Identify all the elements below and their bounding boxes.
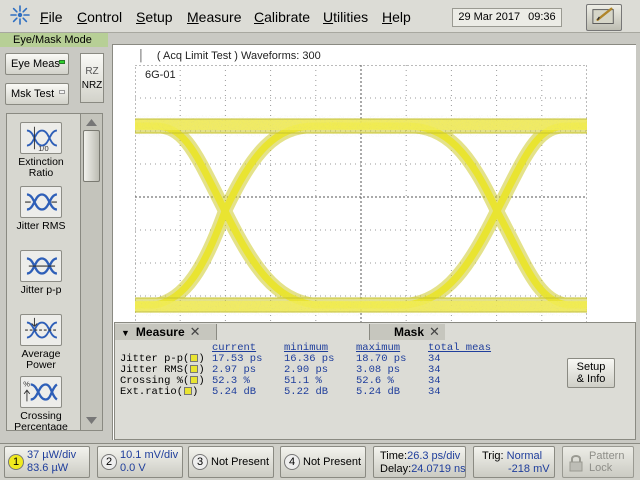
pattern-lock-label: Pattern Lock [589,450,625,474]
toolbox-scrollbar[interactable] [80,114,102,430]
channel-status: Not Present [303,456,362,468]
collapse-icon[interactable]: ▼ [121,325,130,341]
jitter-pp-icon [20,250,62,282]
nrz-option: NRZ [81,80,103,91]
setup-info-button[interactable]: Setup & Info [567,358,615,388]
average-power-icon [20,314,62,346]
pattern-lock-button[interactable]: Pattern Lock [562,446,634,478]
graticule-grid [135,65,587,329]
eye-traces [135,118,587,313]
jitter-rms-icon [20,186,62,218]
channel-1-button[interactable]: 1 37 µW/div 83.6 µW [4,446,90,478]
menu-control[interactable]: Control [77,9,122,25]
close-icon[interactable]: ✕ [190,324,201,340]
value-minimum: 5.22 dB [284,386,329,398]
channel-number: 4 [284,454,300,470]
tab-measure-label: Measure [135,325,185,339]
tool-crossing-percentage[interactable]: % Crossing Percentage [7,376,75,431]
timebase-button[interactable]: Time:26.3 ps/div Delay:24.0719 ns [373,446,466,478]
value-current: 5.24 dB [212,386,257,398]
channel-number: 3 [192,454,208,470]
channel-3-button[interactable]: 3 Not Present [188,446,274,478]
rz-option: RZ [85,66,99,77]
value-maximum: 5.24 dB [356,386,401,398]
tool-label: Average Power [21,348,61,371]
extinction-ratio-icon: 1/0 [20,122,62,154]
delay-value: 24.0719 ns [411,463,466,475]
date-text: 29 Mar 2017 [458,11,521,23]
eye-diagram [135,65,587,329]
menu-bar: File Control Setup Measure Calibrate Uti… [0,0,640,33]
mask-test-label: Msk Test [11,88,55,100]
channel-number: 1 [8,454,24,470]
scroll-thumb[interactable] [83,130,100,182]
tool-jitter-pp[interactable]: Jitter p-p [7,250,75,296]
channel-status: Not Present [211,456,270,468]
tool-average-power[interactable]: Average Power [7,314,75,371]
rz-nrz-toggle[interactable]: RZ NRZ [80,53,104,103]
row-name: Ext.ratio() [120,386,199,398]
trig-mode: Normal [506,450,543,462]
channel-scale: 37 µW/div 83.6 µW [27,449,77,474]
status-led-icon [59,90,65,94]
menu-setup[interactable]: Setup [136,9,173,25]
time-value: 26.3 ps/div [407,450,461,462]
menu-utilities[interactable]: Utilities [323,9,368,25]
scroll-up-icon[interactable] [83,116,100,129]
left-panel: Eye/Mask Mode Eye Meas Msk Test RZ NRZ 1… [0,33,108,442]
svg-text:%: % [23,379,30,388]
channel-4-button[interactable]: 4 Not Present [280,446,366,478]
setup-info-line2: & Info [576,373,606,385]
trigger-marker-icon: │ [138,50,145,62]
scroll-down-icon[interactable] [83,414,100,427]
bottom-bar: 1 37 µW/div 83.6 µW 2 10.1 mV/div 0.0 V 3 … [0,443,640,480]
eye-meas-label: Eye Meas [11,58,60,70]
tool-jitter-rms[interactable]: Jitter RMS [7,186,75,232]
tool-label: Jitter p-p [20,284,62,296]
svg-text:1/0: 1/0 [38,144,48,153]
channel-number: 2 [101,454,117,470]
delay-label: Delay: [380,463,412,475]
eye-meas-button[interactable]: Eye Meas [5,53,69,75]
menu-help[interactable]: Help [382,9,411,25]
value-total: 34 [428,386,441,398]
trig-label: Trig: [482,450,504,462]
tab-mask-label: Mask [394,325,425,339]
acquisition-status-text: ( Acq Limit Test ) Waveforms: 300 [156,50,321,62]
measurement-panel: ▼ Measure ✕ Mask ✕ current minimum maximum … [114,322,636,440]
padlock-icon [569,455,583,472]
menu-file[interactable]: File [40,9,63,25]
acquisition-status: │ ( Acq Limit Test ) Waveforms: 300 [138,50,321,62]
helper-button[interactable] [586,4,622,31]
channel-scale: 10.1 mV/div 0.0 V [120,449,179,474]
trig-level: -218 mV [508,463,550,475]
tool-label: Crossing Percentage [14,410,68,431]
setup-info-line1: Setup [576,361,606,373]
mask-test-button[interactable]: Msk Test [5,83,69,105]
tool-label: Jitter RMS [16,220,66,232]
measurement-toolbox: 1/0 Extinction Ratio Jitter RMS Jitter p… [6,113,103,431]
stylus-pad-icon [592,7,614,24]
tool-label: Extinction Ratio [18,156,64,179]
tool-extinction-ratio[interactable]: 1/0 Extinction Ratio [7,122,75,179]
trigger-button[interactable]: Trig: Normal -218 mV [473,446,555,478]
time-label: Time: [380,450,408,462]
crossing-percentage-icon: % [20,376,62,408]
channel-marker-icon [184,387,193,395]
time-text: 09:36 [528,11,556,23]
tab-mask[interactable]: Mask ✕ [369,324,445,340]
agilent-spark-icon[interactable] [9,4,31,26]
close-icon[interactable]: ✕ [429,324,440,340]
menu-calibrate[interactable]: Calibrate [254,9,310,25]
mode-title: Eye/Mask Mode [0,33,108,47]
date-time-display: 29 Mar 2017 09:36 [452,8,562,27]
channel-2-button[interactable]: 2 10.1 mV/div 0.0 V [97,446,183,478]
status-led-icon [59,60,65,64]
tab-measure[interactable]: ▼ Measure ✕ [115,324,217,340]
channel-label: 6G-01 [143,69,178,81]
menu-measure[interactable]: Measure [187,9,241,25]
